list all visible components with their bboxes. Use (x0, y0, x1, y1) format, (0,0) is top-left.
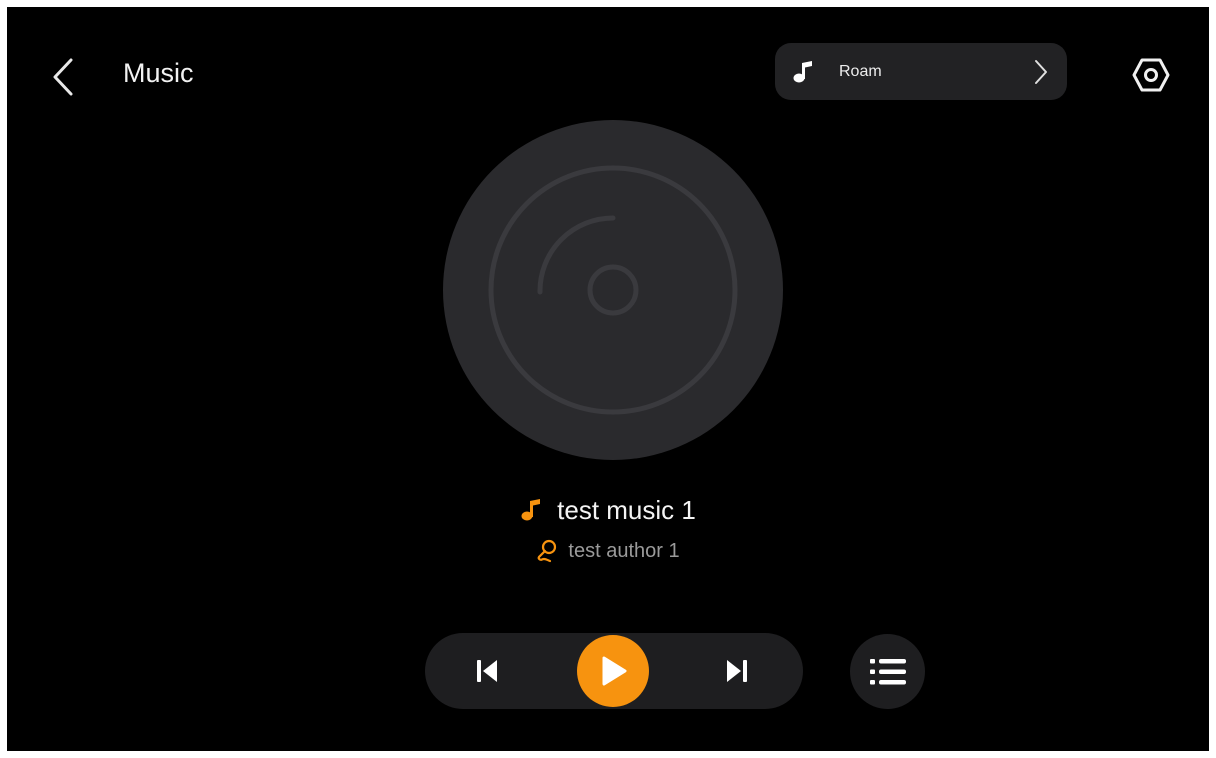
track-author: test author 1 (568, 540, 680, 562)
skip-previous-icon (477, 660, 497, 682)
playback-controls (425, 633, 803, 709)
playlist-icon (869, 658, 906, 684)
skip-next-icon (727, 660, 747, 682)
previous-button[interactable] (467, 651, 507, 691)
track-author-row: test author 1 (7, 539, 1209, 563)
hexagon-settings-icon (1132, 58, 1170, 92)
play-mode-selector[interactable]: Roam (775, 43, 1067, 100)
music-note-icon (792, 59, 816, 90)
back-button[interactable] (43, 53, 83, 101)
microphone-icon (538, 539, 557, 563)
chevron-right-icon (1033, 59, 1049, 90)
album-disc (443, 120, 783, 460)
track-title: test music 1 (557, 495, 696, 525)
playlist-button[interactable] (850, 634, 925, 709)
music-player-screen: Music Roam test music 1 test author 1 (7, 7, 1209, 751)
settings-button[interactable] (1131, 55, 1171, 95)
play-mode-label: Roam (839, 63, 882, 80)
play-icon (602, 656, 627, 686)
chevron-left-icon (53, 58, 73, 96)
play-button[interactable] (577, 635, 649, 707)
music-note-icon (521, 499, 541, 521)
track-title-row: test music 1 (7, 494, 1209, 526)
next-button[interactable] (717, 651, 757, 691)
page-title: Music (123, 58, 194, 88)
